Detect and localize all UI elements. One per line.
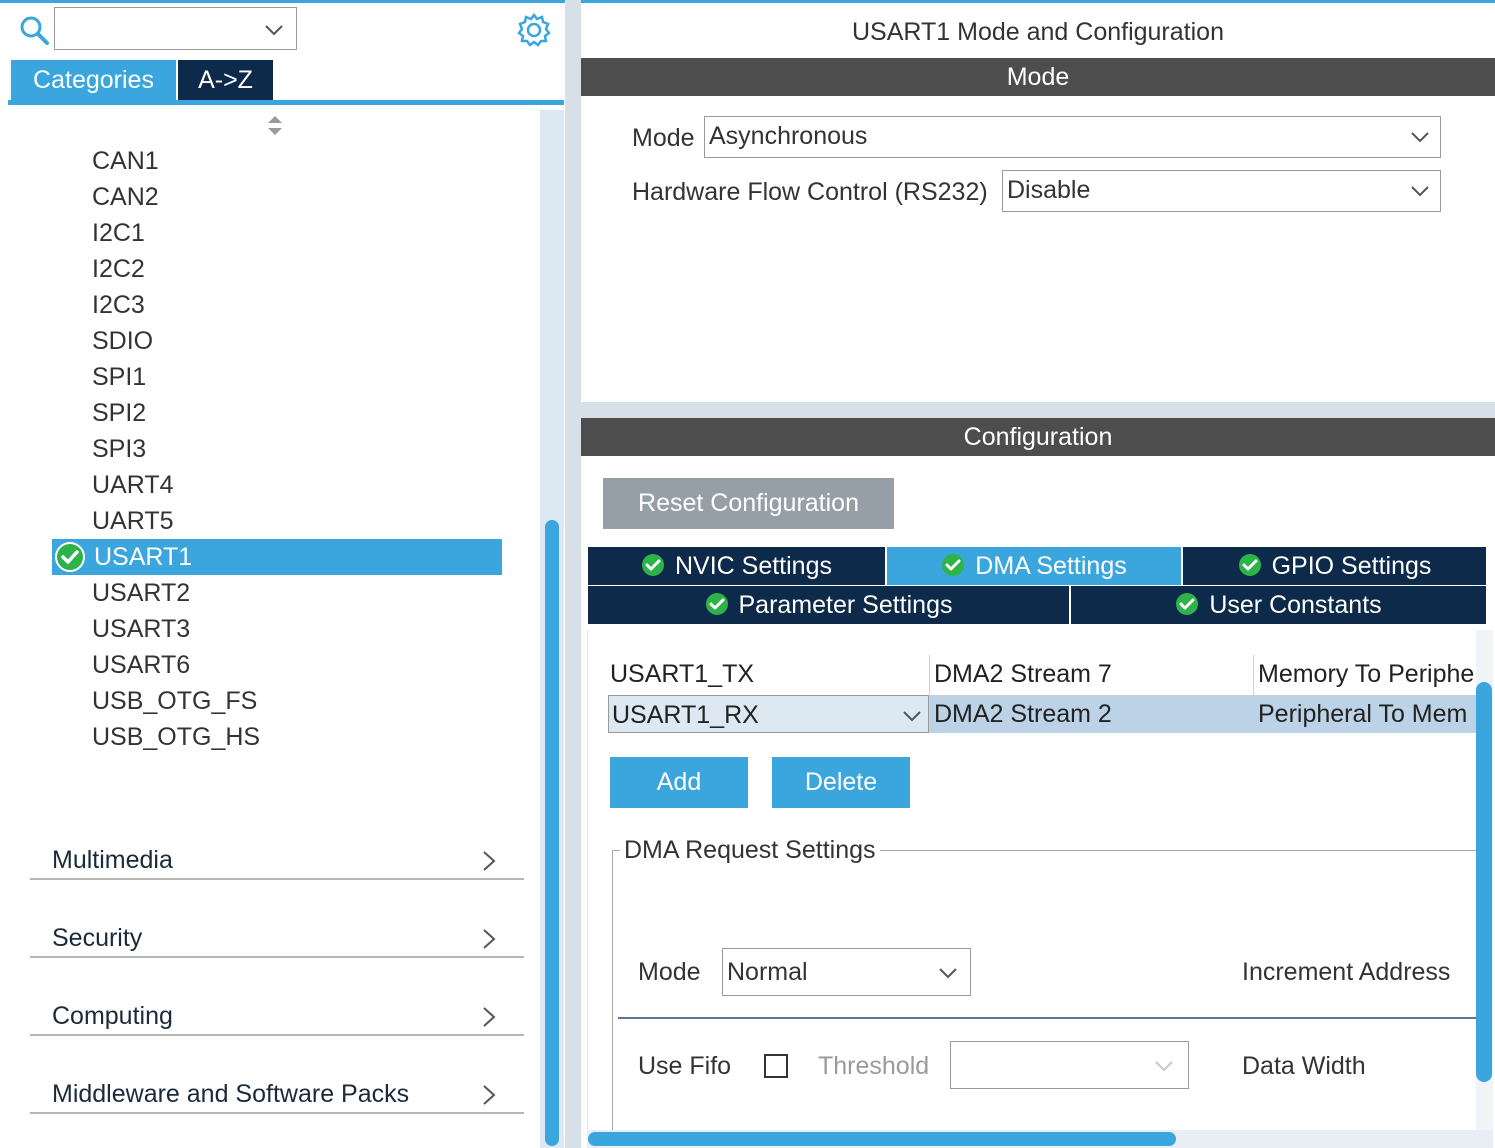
- dma-mode-select[interactable]: Normal: [722, 948, 971, 996]
- dma-request-select[interactable]: USART1_RX: [608, 695, 929, 733]
- category-computing[interactable]: Computing: [30, 996, 524, 1036]
- fieldset-border: [612, 850, 613, 1148]
- tab-parameter-settings[interactable]: Parameter Settings: [588, 586, 1069, 624]
- tabs-underline: [8, 100, 564, 105]
- category-middleware[interactable]: Middleware and Software Packs: [30, 1074, 524, 1114]
- threshold-select-disabled[interactable]: [950, 1041, 1189, 1089]
- use-fifo-label: Use Fifo: [638, 1052, 732, 1080]
- right-vertical-scrollbar-thumb[interactable]: [1476, 682, 1492, 1082]
- peripheral-item-uart5[interactable]: UART5: [92, 503, 174, 539]
- tab-label: NVIC Settings: [674, 552, 832, 580]
- check-circle-icon: [1176, 593, 1199, 616]
- tab-label: DMA Settings: [975, 552, 1127, 580]
- peripheral-item-label-usart1: USART1: [94, 543, 193, 571]
- search-combobox[interactable]: [54, 7, 297, 50]
- right-horizontal-scrollbar-thumb[interactable]: [588, 1132, 1176, 1146]
- dma-request-cell[interactable]: USART1_TX: [610, 655, 925, 693]
- use-fifo-checkbox[interactable]: [764, 1054, 788, 1078]
- category-security[interactable]: Security: [30, 918, 524, 958]
- chevron-down-icon: [1411, 186, 1429, 197]
- hwfc-select-value: Disable: [1007, 176, 1091, 204]
- check-circle-icon: [1238, 554, 1261, 577]
- increment-address-label: Increment Address: [1242, 958, 1451, 986]
- mode-select[interactable]: Asynchronous: [704, 116, 1441, 158]
- dma-stream-cell[interactable]: DMA2 Stream 7: [934, 655, 1249, 693]
- peripheral-item-spi2[interactable]: SPI2: [92, 395, 146, 431]
- reset-configuration-button[interactable]: Reset Configuration: [603, 478, 894, 529]
- column-divider: [1253, 655, 1254, 733]
- configuration-section-header[interactable]: Configuration: [581, 418, 1495, 456]
- mode-section-header[interactable]: Mode: [581, 58, 1495, 96]
- left-scrollbar-thumb[interactable]: [545, 520, 559, 1146]
- search-icon[interactable]: [18, 14, 50, 46]
- panel-splitter[interactable]: [565, 0, 581, 1148]
- page-title: USART1 Mode and Configuration: [852, 18, 1224, 46]
- tab-nvic-settings[interactable]: NVIC Settings: [588, 547, 885, 585]
- tab-label: Parameter Settings: [738, 591, 953, 619]
- delete-button[interactable]: Delete: [772, 757, 910, 808]
- dma-direction-cell[interactable]: Memory To Periphe: [1258, 655, 1476, 693]
- hwfc-select[interactable]: Disable: [1002, 170, 1441, 212]
- column-divider: [929, 655, 930, 733]
- hwfc-label: Hardware Flow Control (RS232): [632, 178, 988, 206]
- dma-direction-cell[interactable]: Peripheral To Mem: [1258, 695, 1476, 733]
- tab-dma-settings[interactable]: DMA Settings: [887, 547, 1181, 585]
- peripheral-item-usart3[interactable]: USART3: [92, 611, 190, 647]
- dma-mode-select-value: Normal: [727, 958, 808, 986]
- peripheral-item-spi3[interactable]: SPI3: [92, 431, 146, 467]
- category-multimedia[interactable]: Multimedia: [30, 840, 524, 880]
- tab-label: User Constants: [1209, 591, 1382, 619]
- category-label: Middleware and Software Packs: [52, 1080, 410, 1108]
- peripheral-item-i2c3[interactable]: I2C3: [92, 287, 145, 323]
- chevron-right-icon: [483, 851, 496, 871]
- category-label: Computing: [52, 1002, 173, 1030]
- dma-request-select-value: USART1_RX: [612, 701, 759, 729]
- peripheral-item-usb-otg-hs[interactable]: USB_OTG_HS: [92, 719, 260, 755]
- section-divider[interactable]: [581, 402, 1495, 418]
- chevron-right-icon: [483, 929, 496, 949]
- dma-stream-cell[interactable]: DMA2 Stream 2: [934, 695, 1249, 733]
- chevron-right-icon: [483, 1007, 496, 1027]
- peripheral-item-can1[interactable]: CAN1: [92, 143, 159, 179]
- chevron-down-icon: [1155, 1061, 1173, 1072]
- tab-categories[interactable]: Categories: [11, 60, 176, 101]
- peripheral-item-spi1[interactable]: SPI1: [92, 359, 146, 395]
- check-circle-icon: [942, 554, 965, 577]
- check-circle-icon: [705, 593, 728, 616]
- check-circle-icon: [641, 554, 664, 577]
- dma-request-settings-title: DMA Request Settings: [620, 832, 880, 868]
- check-circle-icon: [55, 542, 85, 572]
- chevron-down-icon: [903, 711, 921, 722]
- peripheral-item-can2[interactable]: CAN2: [92, 179, 159, 215]
- add-button[interactable]: Add: [610, 757, 748, 808]
- chevron-down-icon: [265, 25, 283, 36]
- chevron-right-icon: [483, 1085, 496, 1105]
- peripheral-item-usb-otg-fs[interactable]: USB_OTG_FS: [92, 683, 257, 719]
- tab-gpio-settings[interactable]: GPIO Settings: [1183, 547, 1486, 585]
- peripheral-item-usart6[interactable]: USART6: [92, 647, 190, 683]
- peripheral-item-i2c2[interactable]: I2C2: [92, 251, 145, 287]
- peripheral-item-usart2[interactable]: USART2: [92, 575, 190, 611]
- tab-user-constants[interactable]: User Constants: [1071, 586, 1486, 624]
- mode-label: Mode: [632, 124, 695, 152]
- sort-icon[interactable]: [266, 114, 284, 138]
- data-width-label: Data Width: [1242, 1052, 1366, 1080]
- dma-mode-label: Mode: [638, 958, 701, 986]
- chevron-down-icon: [939, 968, 957, 979]
- mode-select-value: Asynchronous: [709, 122, 868, 150]
- tab-label: GPIO Settings: [1271, 552, 1432, 580]
- peripheral-item-uart4[interactable]: UART4: [92, 467, 174, 503]
- chevron-down-icon: [1411, 132, 1429, 143]
- gear-icon[interactable]: [516, 12, 552, 48]
- peripheral-item-sdio[interactable]: SDIO: [92, 323, 153, 359]
- category-label: Multimedia: [52, 846, 173, 874]
- settings-separator: [618, 1017, 1476, 1019]
- threshold-label: Threshold: [818, 1052, 930, 1080]
- peripheral-item-i2c1[interactable]: I2C1: [92, 215, 145, 251]
- category-label: Security: [52, 924, 143, 952]
- tab-a-to-z[interactable]: A->Z: [178, 60, 273, 101]
